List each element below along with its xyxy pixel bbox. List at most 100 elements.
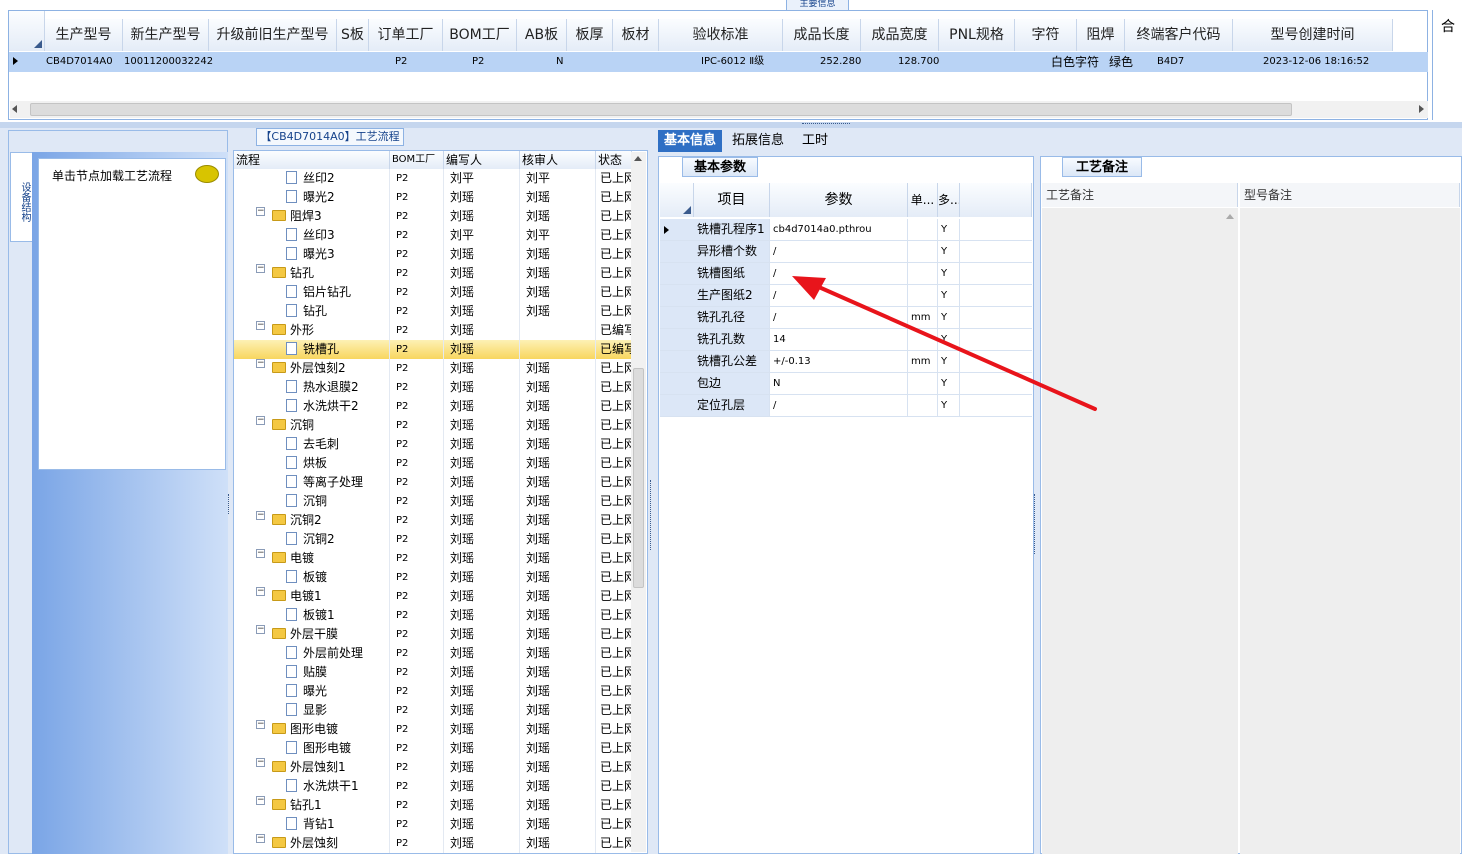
param-unit[interactable] [908, 263, 938, 284]
collapse-icon[interactable]: − [256, 549, 265, 558]
collapse-icon[interactable]: − [256, 587, 265, 596]
collapse-icon[interactable]: − [256, 834, 265, 843]
col-header[interactable]: 成品宽度 [861, 19, 939, 51]
col-header[interactable]: BOM工厂 [443, 19, 517, 51]
tree-node[interactable]: − 钻孔1 P2 刘瑶 刘瑶 已上网 [234, 796, 634, 815]
collapse-icon[interactable]: − [256, 796, 265, 805]
param-row[interactable]: 异形槽个数 / Y [660, 241, 1032, 263]
param-value[interactable]: / [770, 395, 908, 416]
node-label[interactable]: 外层蚀刻 [272, 834, 388, 853]
param-flag[interactable]: Y [938, 285, 960, 306]
param-unit[interactable] [908, 285, 938, 306]
tree-node[interactable]: 热水退膜2 P2 刘瑶 刘瑶 已上网 [234, 378, 634, 397]
scroll-left-icon[interactable] [12, 105, 17, 113]
tree-node[interactable]: 铣槽孔 P2 刘瑶 已编写 [234, 340, 634, 359]
param-row[interactable]: 铣孔孔径 / mm Y [660, 307, 1032, 329]
tree-node[interactable]: 沉铜2 P2 刘瑶 刘瑶 已上网 [234, 530, 634, 549]
param-value[interactable]: N [770, 373, 908, 394]
collapse-icon[interactable]: − [256, 264, 265, 273]
tree-node[interactable]: − 外形 P2 刘瑶 已编写 [234, 321, 634, 340]
grid-corner[interactable] [9, 11, 45, 51]
col-writer[interactable]: 编写人 [444, 151, 520, 169]
tab-basic-info[interactable]: 基本信息 [658, 130, 723, 152]
process-note-area[interactable] [1042, 208, 1238, 854]
node-label[interactable]: 显影 [286, 701, 388, 720]
row-indicator[interactable] [660, 373, 694, 394]
col-header[interactable]: 成品长度 [783, 19, 861, 51]
table-row[interactable]: CB4D7014A0 10011200032242 P2 P2 N IPC-60… [9, 52, 1428, 72]
tree-node[interactable]: 贴膜 P2 刘瑶 刘瑶 已上网 [234, 663, 634, 682]
cell-width[interactable]: 128.700 [894, 52, 964, 72]
node-label[interactable]: 丝印3 [286, 226, 388, 245]
node-label[interactable]: 图形电镀 [286, 739, 388, 758]
row-indicator[interactable] [660, 263, 694, 284]
col-param[interactable]: 参数 [770, 183, 908, 217]
tree-node[interactable]: − 外层蚀刻 P2 刘瑶 刘瑶 已上网 [234, 834, 634, 853]
param-unit[interactable] [908, 241, 938, 262]
tree-node[interactable]: 丝印2 P2 刘平 刘平 已上网 [234, 169, 634, 188]
param-flag[interactable]: Y [938, 329, 960, 350]
col-checker[interactable]: 核审人 [520, 151, 596, 169]
tree-node[interactable]: 板镀 P2 刘瑶 刘瑶 已上网 [234, 568, 634, 587]
nav-splitter-icon[interactable] [228, 494, 232, 514]
tree-splitter-icon[interactable] [650, 480, 654, 550]
col-status[interactable]: 状态 [596, 151, 632, 169]
node-label[interactable]: 铣槽孔 [286, 340, 388, 359]
param-row[interactable]: 铣孔孔数 14 Y [660, 329, 1032, 351]
tree-node[interactable]: − 沉铜 P2 刘瑶 刘瑶 已上网 [234, 416, 634, 435]
row-indicator[interactable] [660, 241, 694, 262]
node-label[interactable]: 等离子处理 [286, 473, 388, 492]
tree-node[interactable]: 水洗烘干1 P2 刘瑶 刘瑶 已上网 [234, 777, 634, 796]
tree-node[interactable]: 曝光 P2 刘瑶 刘瑶 已上网 [234, 682, 634, 701]
node-label[interactable]: 钻孔 [272, 264, 388, 283]
node-label[interactable]: 图形电镀 [272, 720, 388, 739]
node-label[interactable]: 外形 [272, 321, 388, 340]
node-label[interactable]: 贴膜 [286, 663, 388, 682]
tab-extended-info[interactable]: 拓展信息 [726, 130, 790, 152]
node-label[interactable]: 外层干膜 [272, 625, 388, 644]
node-label[interactable]: 外层蚀刻2 [272, 359, 388, 378]
node-label[interactable]: 钻孔1 [272, 796, 388, 815]
tree-node[interactable]: 外层前处理 P2 刘瑶 刘瑶 已上网 [234, 644, 634, 663]
row-indicator[interactable] [660, 395, 694, 416]
cell-model[interactable]: CB4D7014A0 [42, 52, 118, 72]
tree-node[interactable]: 去毛刺 P2 刘瑶 刘瑶 已上网 [234, 435, 634, 454]
param-row[interactable]: 铣槽孔公差 +/-0.13 mm Y [660, 351, 1032, 373]
scroll-thumb[interactable] [30, 103, 1292, 116]
col-header[interactable]: 阻焊 [1077, 19, 1125, 51]
row-indicator[interactable] [660, 219, 694, 240]
col-header[interactable]: 终端客户代码 [1125, 19, 1233, 51]
tree-node[interactable]: 显影 P2 刘瑶 刘瑶 已上网 [234, 701, 634, 720]
scroll-up-icon[interactable] [1226, 214, 1234, 219]
col-model-note[interactable]: 型号备注 [1240, 183, 1460, 207]
tree-node[interactable]: − 外层蚀刻2 P2 刘瑶 刘瑶 已上网 [234, 359, 634, 378]
col-header[interactable]: 字符 [1015, 19, 1077, 51]
col-header[interactable]: 生产型号 [45, 19, 123, 51]
node-label[interactable]: 曝光 [286, 682, 388, 701]
param-flag[interactable]: Y [938, 351, 960, 372]
node-label[interactable]: 曝光2 [286, 188, 388, 207]
cell-solder[interactable]: 绿色 [1105, 52, 1153, 72]
param-unit[interactable] [908, 395, 938, 416]
tree-node[interactable]: − 钻孔 P2 刘瑶 刘瑶 已上网 [234, 264, 634, 283]
collapse-icon[interactable]: − [256, 359, 265, 368]
tree-node[interactable]: 曝光3 P2 刘瑶 刘瑶 已上网 [234, 245, 634, 264]
col-header[interactable]: 板材 [613, 19, 659, 51]
col-process-note[interactable]: 工艺备注 [1042, 183, 1238, 207]
tree-scrollbar[interactable] [631, 152, 646, 852]
node-label[interactable]: 水洗烘干1 [286, 777, 388, 796]
node-label[interactable]: 热水退膜2 [286, 378, 388, 397]
collapse-icon[interactable]: − [256, 321, 265, 330]
col-header[interactable]: 板厚 [567, 19, 613, 51]
param-unit[interactable]: mm [908, 351, 938, 372]
node-label[interactable]: 外层前处理 [286, 644, 388, 663]
scroll-right-icon[interactable] [1419, 105, 1424, 113]
tree-node[interactable]: 烘板 P2 刘瑶 刘瑶 已上网 [234, 454, 634, 473]
param-unit[interactable] [908, 219, 938, 240]
collapse-icon[interactable]: − [256, 758, 265, 767]
cell-char[interactable]: 白色字符 [1047, 52, 1109, 72]
tree-node[interactable]: 背钻1 P2 刘瑶 刘瑶 已上网 [234, 815, 634, 834]
col-header[interactable]: 验收标准 [659, 19, 783, 51]
col-header[interactable]: AB板 [517, 19, 567, 51]
param-value[interactable]: cb4d7014a0.pthrou [770, 219, 908, 240]
